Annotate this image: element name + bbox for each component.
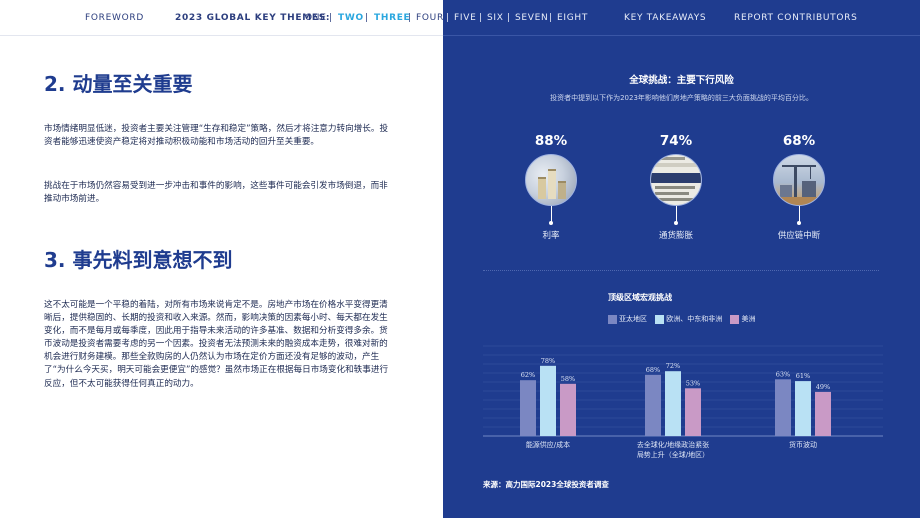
nav-separator: | xyxy=(549,13,553,23)
chart-data-label: 58% xyxy=(561,375,575,383)
section-2-paragraph-2: 挑战在于市场仍然容易受到进一步冲击和事件的影响，这些事件可能会引发市场倒退，而非… xyxy=(44,181,388,205)
nav-separator: | xyxy=(408,13,412,23)
chart-data-label: 49% xyxy=(816,383,830,391)
chart-bar xyxy=(815,391,831,436)
chart-data-label: 68% xyxy=(646,366,660,374)
legend-swatch xyxy=(608,314,617,324)
nav-separator: | xyxy=(446,13,450,23)
chart-category-label: 去全球化/地缘政治紧张 xyxy=(637,440,709,449)
chart-bar xyxy=(540,365,556,436)
nav-theme-four[interactable]: FOUR xyxy=(416,12,444,24)
global-challenges-title: 全球挑战：主要下行风险 xyxy=(629,75,734,86)
global-challenges-subtitle: 投资者中提到以下作为2023年影响他们房地产策略的前三大负面挑战的平均百分比。 xyxy=(550,94,813,102)
left-content-panel: 2. 动量至关重要 市场情绪明显低迷，投资者主要关注管理“生存和稳定”策略，然后… xyxy=(0,36,443,518)
legend-swatch xyxy=(730,314,740,324)
stat-percentage: 88% xyxy=(534,133,568,149)
stat-connector-dot xyxy=(797,221,801,225)
nav-separator: | xyxy=(365,13,369,23)
legend-label: 欧洲、中东和非洲 xyxy=(666,315,723,323)
nav-theme-seven[interactable]: SEVEN xyxy=(515,12,548,24)
stat-label: 利率 xyxy=(542,231,560,241)
stat-connector-dot xyxy=(549,221,553,225)
crane-icon xyxy=(774,165,824,205)
chart-bar xyxy=(775,379,791,436)
chart-bar xyxy=(645,374,661,436)
inflation-newspaper-image xyxy=(650,154,702,206)
nav-theme-eight[interactable]: EIGHT xyxy=(557,12,588,24)
nav-theme-three[interactable]: THREE xyxy=(374,12,410,24)
chart-data-label: 63% xyxy=(776,370,790,378)
nav-separator: | xyxy=(507,13,511,23)
nav-theme-six[interactable]: SIX xyxy=(487,12,504,24)
chart-data-label: 72% xyxy=(666,362,680,370)
stat-supply-chain: 68% xyxy=(759,133,839,149)
nav-theme-two[interactable]: TWO xyxy=(338,12,364,24)
stat-interest-rates: 88% xyxy=(511,133,591,149)
chart-data-label: 78% xyxy=(541,357,555,365)
section-2-title: 2. 动量至关重要 xyxy=(44,72,193,96)
legend-label: 亚太地区 xyxy=(619,315,647,323)
stat-label: 通货膨胀 xyxy=(658,231,693,241)
nav-theme-one[interactable]: ONE xyxy=(305,12,327,24)
chart-bar xyxy=(685,388,701,436)
nav-theme-five[interactable]: FIVE xyxy=(454,12,476,24)
top-navigation: FOREWORD 2023 GLOBAL KEY THEMES: ONE | T… xyxy=(0,0,920,36)
coin-stacks-icon xyxy=(538,169,566,199)
chart-category-label: 局势上升（全球/地区） xyxy=(637,450,709,459)
section-3-title: 3. 事先料到意想不到 xyxy=(44,248,233,272)
nav-key-takeaways[interactable]: KEY TAKEAWAYS xyxy=(624,12,706,24)
newspaper-icon xyxy=(651,157,701,201)
legend-label: 美洲 xyxy=(741,315,756,323)
stat-label: 供应链中断 xyxy=(777,231,821,241)
chart-bar xyxy=(560,383,576,436)
nav-foreword[interactable]: FOREWORD xyxy=(85,12,144,24)
chart-bar xyxy=(795,381,811,436)
construction-crane-image xyxy=(773,154,825,206)
chart-category-label: 货币波动 xyxy=(789,440,817,449)
source-note: 来源：高力国际2023全球投资者调查 xyxy=(483,480,609,489)
chart-data-label: 62% xyxy=(521,371,535,379)
nav-report-contributors[interactable]: REPORT CONTRIBUTORS xyxy=(734,12,858,24)
legend-item-apac: 亚太地区 xyxy=(608,314,647,324)
section-3-paragraph-1: 这不太可能是一个平稳的着陆，对所有市场来说肯定不是。房地产市场在价格水平变得更清… xyxy=(44,300,389,389)
coin-stacks-image xyxy=(525,154,577,206)
chart-title: 顶级区域宏观挑战 xyxy=(608,293,672,302)
nav-separator: | xyxy=(329,13,333,23)
chart-category-label: 能源供应/成本 xyxy=(526,440,570,449)
section-2-paragraph-1: 市场情绪明显低迷，投资者主要关注管理“生存和稳定”策略，然后才将注意力转向增长。… xyxy=(44,124,389,148)
stat-connector-line xyxy=(676,206,677,222)
nav-separator: | xyxy=(479,13,483,23)
chart-legend: 亚太地区 欧洲、中东和非洲 美洲 xyxy=(608,314,761,324)
stat-connector-dot xyxy=(674,221,678,225)
stat-connector-line xyxy=(551,206,552,222)
right-infographic-panel: 全球挑战：主要下行风险 投资者中提到以下作为2023年影响他们房地产策略的前三大… xyxy=(443,36,920,518)
legend-item-americas: 美洲 xyxy=(730,314,755,324)
chart-data-label: 53% xyxy=(686,379,700,387)
stat-connector-line xyxy=(799,206,800,222)
chart-bar xyxy=(520,380,536,436)
chart-bar xyxy=(665,371,681,436)
legend-swatch xyxy=(655,314,665,324)
stat-inflation: 74% xyxy=(636,133,716,149)
stat-percentage: 74% xyxy=(659,133,693,149)
regional-macro-challenges-chart: 62% 78% 58% 能源供应/成本 68% 72% 53% 去全球化/地缘政治紧张局势上升… xyxy=(483,345,883,459)
section-divider xyxy=(483,270,879,271)
chart-data-label: 61% xyxy=(796,372,810,380)
stat-percentage: 68% xyxy=(782,133,816,149)
legend-item-emea: 欧洲、中东和非洲 xyxy=(655,314,722,324)
